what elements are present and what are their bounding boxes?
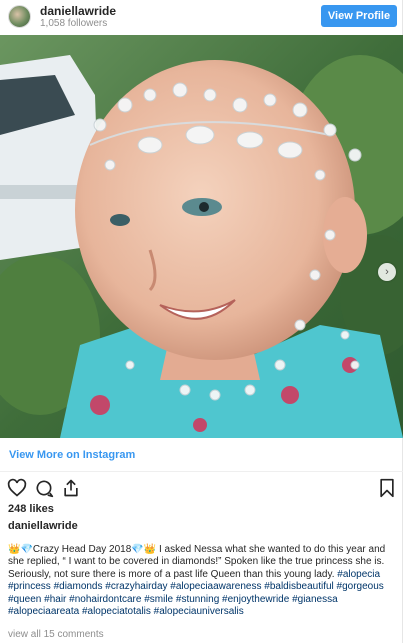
view-more-bar: View More on Instagram [0, 439, 403, 472]
carousel-next-button[interactable]: › [378, 263, 396, 281]
post-header: daniellawride 1,058 followers View Profi… [0, 0, 403, 34]
follower-count: 1,058 followers [40, 18, 108, 29]
comment-icon[interactable] [34, 478, 54, 498]
bookmark-icon[interactable] [377, 478, 397, 498]
view-profile-button[interactable]: View Profile [321, 5, 397, 27]
share-icon[interactable] [61, 478, 81, 498]
avatar[interactable] [8, 5, 31, 28]
view-more-link[interactable]: View More on Instagram [9, 449, 135, 461]
photo-illustration [0, 35, 403, 438]
caption-text-block: 👑💎Crazy Head Day 2018💎👑 I asked Nessa wh… [8, 544, 398, 618]
action-bar [0, 476, 403, 500]
view-comments-link[interactable]: view all 15 comments [8, 629, 104, 640]
heart-icon[interactable] [7, 478, 27, 498]
like-count[interactable]: 248 likes [8, 503, 54, 515]
post-photo[interactable]: › [0, 35, 403, 438]
caption-username[interactable]: daniellawride [8, 520, 78, 532]
caption-text: 👑💎Crazy Head Day 2018💎👑 I asked Nessa wh… [8, 544, 386, 580]
instagram-embed-card: daniellawride 1,058 followers View Profi… [0, 0, 403, 643]
username[interactable]: daniellawride [40, 4, 116, 18]
